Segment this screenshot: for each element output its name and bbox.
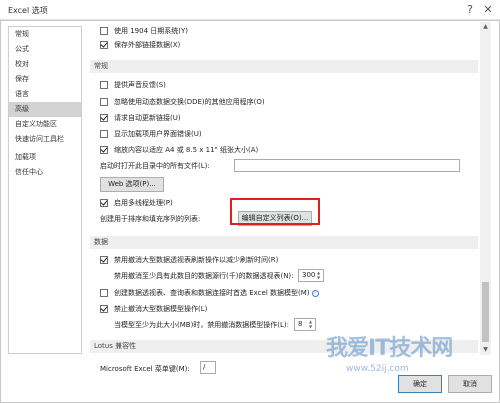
model-size-spinner[interactable]: 8 ▲ ▼ — [294, 318, 316, 331]
option-default-data-model[interactable]: 创建数据透视表、查询表和数据连接时首选 Excel 数据模型(M) i — [100, 287, 319, 299]
checkbox[interactable] — [100, 98, 108, 106]
checkbox[interactable] — [100, 27, 108, 35]
section-header-data: 数据 — [90, 236, 478, 249]
sidebar-item-advanced[interactable]: 高级 — [9, 102, 81, 117]
sidebar-item-general[interactable]: 常规 — [9, 27, 81, 42]
option-label: 忽略使用动态数据交换(DDE)的其他应用程序(O) — [114, 98, 265, 106]
checkbox[interactable] — [100, 146, 108, 154]
pivot-rows-value: 300 — [302, 271, 316, 279]
startup-folder-input[interactable] — [234, 159, 460, 172]
checkbox[interactable] — [100, 130, 108, 138]
checkbox[interactable] — [100, 81, 108, 89]
checkbox[interactable] — [100, 256, 108, 264]
sidebar-item-customize-ribbon[interactable]: 自定义功能区 — [9, 117, 81, 132]
sidebar-item-addins[interactable]: 加载项 — [9, 150, 81, 165]
option-scale-a4[interactable]: 缩放内容以适应 A4 或 8.5 x 11" 纸张大小(A) — [100, 144, 258, 156]
options-content: 使用 1904 日期系统(Y) 保存外部链接数据(X) 常规 提供声音反馈(S)… — [90, 20, 478, 355]
option-label: 请求自动更新链接(U) — [114, 114, 181, 122]
option-label: 保存外部链接数据(X) — [114, 41, 181, 49]
startup-folder-row: 启动时打开此目录中的所有文件(L): — [100, 160, 210, 172]
option-label: 启用多线程处理(P) — [114, 199, 173, 207]
checkbox[interactable] — [100, 289, 108, 297]
vertical-scrollbar[interactable]: ▲ ▼ — [480, 22, 491, 355]
option-save-external-links[interactable]: 保存外部链接数据(X) — [100, 39, 180, 51]
pivot-rows-row: 禁用撤消至少具有此数目的数据源行(千)的数据透视表(N): — [114, 270, 294, 282]
window-title: Excel 选项 — [8, 6, 48, 15]
pivot-rows-label: 禁用撤消至少具有此数目的数据源行(千)的数据透视表(N): — [114, 272, 294, 280]
checkbox[interactable] — [100, 41, 108, 49]
option-sound-feedback[interactable]: 提供声音反馈(S) — [100, 79, 166, 91]
sidebar-item-formulas[interactable]: 公式 — [9, 42, 81, 57]
model-size-row: 当模型至少为此大小(MB)时，禁用撤消数据模型操作(L): — [114, 319, 289, 331]
option-disable-undo-model[interactable]: 禁止撤消大型数据模型操作(L) — [100, 303, 207, 315]
spinner-arrows-icon[interactable]: ▲ ▼ — [309, 319, 314, 329]
sidebar-item-language[interactable]: 语言 — [9, 87, 81, 102]
close-icon[interactable]: ✕ — [480, 2, 496, 18]
help-icon[interactable]: ? — [462, 2, 478, 18]
scroll-down-icon[interactable]: ▼ — [480, 345, 491, 355]
checkbox[interactable] — [100, 199, 108, 207]
option-ignore-dde[interactable]: 忽略使用动态数据交换(DDE)的其他应用程序(O) — [100, 96, 265, 108]
option-addin-ui-errors[interactable]: 显示加载项用户界面错误(U) — [100, 128, 202, 140]
scroll-up-icon[interactable]: ▲ — [480, 22, 491, 32]
option-label: 提供声音反馈(S) — [114, 81, 166, 89]
sidebar: 常规 公式 校对 保存 语言 高级 自定义功能区 快速访问工具栏 加载项 信任中… — [8, 26, 82, 354]
option-label: 创建数据透视表、查询表和数据连接时首选 Excel 数据模型(M) — [114, 289, 310, 297]
ok-button[interactable]: 确定 — [398, 375, 442, 393]
pivot-rows-spinner[interactable]: 300 ▲ ▼ — [298, 269, 324, 282]
dialog-footer: 确定 取消 — [0, 358, 500, 403]
titlebar: Excel 选项 ? ✕ — [0, 0, 500, 20]
option-label: 禁止撤消大型数据模型操作(L) — [114, 305, 208, 313]
section-header-general: 常规 — [90, 60, 478, 73]
model-size-label: 当模型至少为此大小(MB)时，禁用撤消数据模型操作(L): — [114, 321, 290, 329]
option-multithread[interactable]: 启用多线程处理(P) — [100, 197, 173, 209]
custom-list-row: 创建用于排序和填充序列的列表: — [100, 213, 200, 225]
sidebar-item-quick-access[interactable]: 快速访问工具栏 — [9, 132, 81, 147]
option-label: 缩放内容以适应 A4 或 8.5 x 11" 纸张大小(A) — [114, 146, 259, 154]
checkbox[interactable] — [100, 114, 108, 122]
option-label: 显示加载项用户界面错误(U) — [114, 130, 202, 138]
sidebar-item-proofing[interactable]: 校对 — [9, 57, 81, 72]
sidebar-item-save[interactable]: 保存 — [9, 72, 81, 87]
cancel-button[interactable]: 取消 — [448, 375, 492, 393]
sidebar-item-trust-center[interactable]: 信任中心 — [9, 165, 81, 180]
option-label: 禁用撤消大型数据透视表刷新操作以减少刷新时间(R) — [114, 256, 279, 264]
option-1904-date[interactable]: 使用 1904 日期系统(Y) — [100, 25, 188, 37]
option-update-links[interactable]: 请求自动更新链接(U) — [100, 112, 181, 124]
option-label: 使用 1904 日期系统(Y) — [114, 27, 189, 35]
spinner-arrows-icon[interactable]: ▲ ▼ — [317, 270, 322, 280]
highlight-box — [230, 198, 320, 225]
info-icon[interactable]: i — [311, 289, 319, 297]
section-header-lotus: Lotus 兼容性 — [90, 340, 478, 353]
checkbox[interactable] — [100, 305, 108, 313]
option-disable-undo-pivot[interactable]: 禁用撤消大型数据透视表刷新操作以减少刷新时间(R) — [100, 254, 278, 266]
startup-folder-label: 启动时打开此目录中的所有文件(L): — [100, 162, 210, 170]
web-options-button[interactable]: Web 选项(P)... — [100, 177, 164, 192]
scroll-thumb[interactable] — [482, 282, 489, 342]
model-size-value: 8 — [298, 320, 303, 328]
custom-list-label: 创建用于排序和填充序列的列表: — [100, 215, 201, 223]
